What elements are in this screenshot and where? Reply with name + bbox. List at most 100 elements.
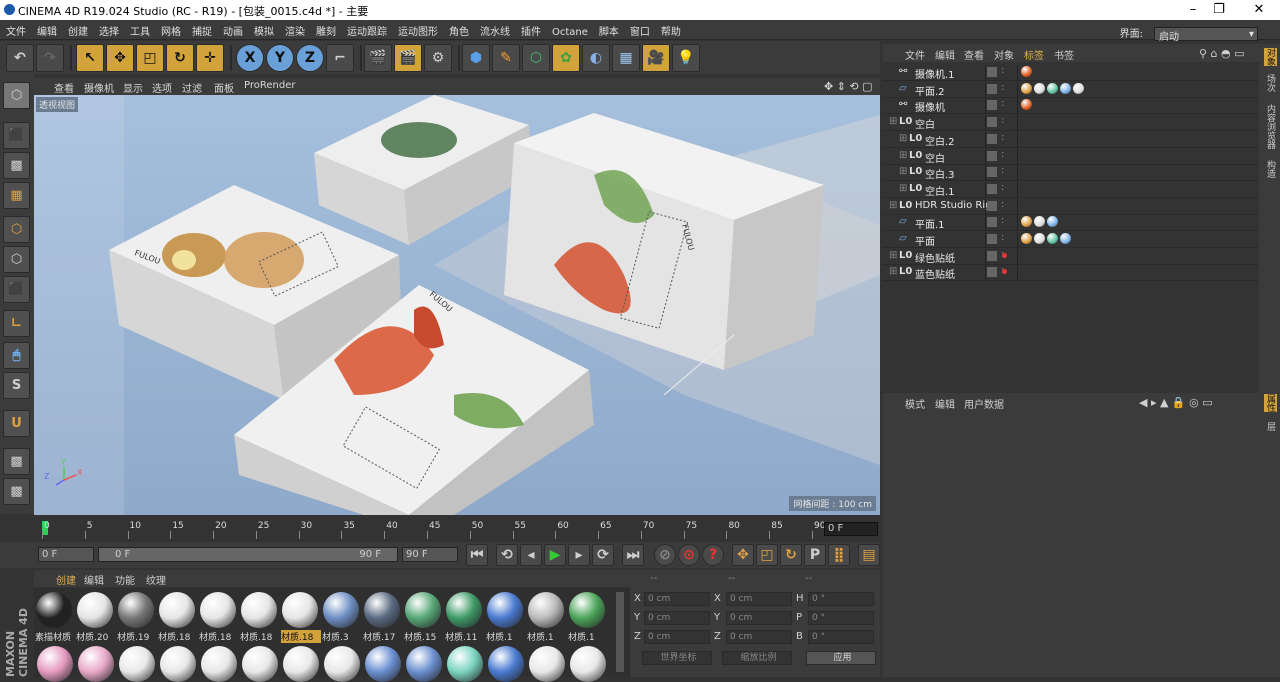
obj-menu-edit[interactable]: 编辑 (935, 47, 955, 62)
menu-help[interactable]: 帮助 (655, 20, 686, 38)
menu-create[interactable]: 创建 (62, 20, 93, 38)
menu-character[interactable]: 角色 (443, 20, 474, 38)
camera-icon[interactable]: 🎥 (642, 44, 670, 72)
vp-menu-filter[interactable]: 过滤 (182, 80, 202, 95)
tree-toggle-icon[interactable]: ⊞ (889, 266, 897, 277)
attr-menu-edit[interactable]: 编辑 (935, 396, 955, 411)
material-swatch[interactable]: 材质.18 (199, 592, 237, 643)
mat-menu-create[interactable]: 创建 (56, 572, 76, 587)
material-tag-icon[interactable] (1021, 66, 1032, 77)
recent-tool-icon[interactable]: ✛ (196, 44, 224, 72)
vp-menu-prorender[interactable]: ProRender (244, 80, 295, 91)
visibility-dots-icon[interactable]: : (1001, 65, 1004, 76)
obj-menu-file[interactable]: 文件 (905, 47, 925, 62)
material-tag-icon[interactable] (1073, 82, 1084, 94)
layer-icon[interactable] (987, 250, 997, 261)
y-axis-lock-icon[interactable]: Y (266, 44, 294, 72)
render-off-icon[interactable] (1002, 269, 1007, 275)
timeline-icon[interactable]: ▤ (858, 544, 880, 566)
material-swatch[interactable]: 材质.19 (117, 592, 155, 643)
visibility-dots-icon[interactable]: : (1001, 232, 1004, 243)
object-name[interactable]: 空白.1 (925, 183, 955, 198)
tree-toggle-icon[interactable]: ⊞ (889, 200, 897, 211)
object-name[interactable]: 空白.2 (925, 133, 955, 148)
visibility-dots-icon[interactable]: : (1001, 215, 1004, 226)
mat-menu-edit[interactable]: 编辑 (84, 572, 104, 587)
perspective-viewport[interactable]: FULOU FULOU FULOU Y X Z 透视视图 网格间距 : 100 … (34, 95, 880, 515)
layer-icon[interactable] (987, 217, 997, 228)
layer-icon[interactable] (987, 117, 997, 128)
menu-snap[interactable]: 捕捉 (186, 20, 217, 38)
visibility-dots-icon[interactable]: : (1001, 182, 1004, 193)
object-row[interactable]: ▱ 平面.2: (883, 81, 1259, 98)
menu-select[interactable]: 选择 (93, 20, 124, 38)
material-swatch[interactable]: 材质.1 (568, 592, 606, 643)
object-row[interactable]: ⊞ L0 空白: (883, 115, 1259, 132)
layer-icon[interactable] (987, 267, 997, 278)
mat-menu-texture[interactable]: 纹理 (146, 572, 166, 587)
visibility-dots-icon[interactable]: : (1001, 149, 1004, 160)
layer-icon[interactable] (987, 234, 997, 244)
menu-script[interactable]: 脚本 (593, 20, 624, 38)
menu-tools[interactable]: 工具 (124, 20, 155, 38)
menu-render[interactable]: 渲染 (279, 20, 310, 38)
object-row[interactable]: ▱ 平面.1: (883, 215, 1259, 232)
previous-frame-icon[interactable]: ◂ (520, 544, 542, 566)
x-axis-lock-icon[interactable]: X (236, 44, 264, 72)
vp-menu-view[interactable]: 查看 (54, 80, 74, 95)
z-axis-lock-icon[interactable]: Z (296, 44, 324, 72)
object-row[interactable]: ⚯ 摄像机: (883, 98, 1259, 115)
object-name[interactable]: 空白 (925, 150, 945, 165)
material-tag-icon[interactable] (1021, 233, 1032, 244)
layer-icon[interactable] (987, 67, 997, 77)
tree-toggle-icon[interactable]: ⊞ (889, 116, 897, 127)
coord-value-field[interactable]: 0 cm (644, 592, 710, 606)
material-swatch[interactable]: 材质.1 (486, 592, 524, 643)
obj-menu-tags[interactable]: 标签 (1024, 47, 1044, 62)
visibility-dots-icon[interactable]: : (1001, 98, 1004, 109)
menu-edit[interactable]: 编辑 (31, 20, 62, 38)
visibility-dots-icon[interactable]: : (1001, 199, 1004, 210)
object-row[interactable]: ⊞ L0 HDR Studio Rig: (883, 198, 1259, 215)
material-swatch[interactable]: 材质.18 (240, 592, 278, 643)
object-row[interactable]: ⊞L0蓝色贴纸: (883, 265, 1259, 282)
coordinate-system-icon[interactable]: ⌐ (326, 44, 354, 72)
material-scrollbar[interactable] (616, 592, 624, 672)
object-row[interactable]: ⊞ L0 空白.1: (883, 181, 1259, 198)
coord-value-field[interactable]: 0 cm (726, 592, 792, 606)
tweak-mode-icon[interactable]: 🖱 (3, 342, 30, 369)
pen-spline-icon[interactable]: ✎ (492, 44, 520, 72)
minimize-button[interactable]: – (1180, 1, 1206, 19)
mat-menu-function[interactable]: 功能 (115, 572, 135, 587)
snap-icon[interactable]: S (3, 372, 30, 399)
object-row[interactable]: ⊞L0绿色贴纸: (883, 248, 1259, 265)
material-tag-icon[interactable] (1034, 233, 1045, 244)
obj-menu-view[interactable]: 查看 (964, 47, 984, 62)
menu-motion-tracking[interactable]: 运动跟踪 (341, 20, 392, 38)
layer-icon[interactable] (987, 200, 997, 211)
play-icon[interactable]: ▶ (544, 544, 566, 566)
undo-icon[interactable]: ↶ (6, 44, 34, 72)
material-swatch[interactable]: 材质.20 (76, 592, 114, 643)
magnet-icon[interactable]: U (3, 410, 30, 437)
obj-menu-bookmarks[interactable]: 书签 (1054, 47, 1074, 62)
viewport-nav-icons[interactable]: ✥ ⇕ ⟲ ▢ (824, 80, 873, 93)
key-point-level-icon[interactable]: ⣿ (828, 544, 850, 566)
menu-animate[interactable]: 动画 (217, 20, 248, 38)
vp-menu-panel[interactable]: 面板 (214, 80, 234, 95)
material-swatch[interactable]: 材质.3 (322, 592, 360, 643)
menu-octane[interactable]: Octane (546, 24, 593, 38)
live-selection-icon[interactable]: ↖ (76, 44, 104, 72)
points-mode-icon[interactable]: ⬡ (3, 216, 30, 243)
material-swatch[interactable]: 材质.18 (158, 592, 196, 643)
attr-nav-icons[interactable]: ◀ ▸ ▲ 🔒 ◎ ▭ (1139, 396, 1213, 409)
coord-value-field[interactable]: 0 ° (808, 592, 874, 606)
key-parameter-icon[interactable]: P (804, 544, 826, 566)
key-rotation-icon[interactable]: ↻ (780, 544, 802, 566)
object-name[interactable]: 绿色贴纸 (915, 250, 955, 265)
object-name[interactable]: 蓝色贴纸 (915, 266, 955, 281)
attr-menu-userdata[interactable]: 用户数据 (964, 396, 1004, 411)
coord-value-field[interactable]: 0 cm (644, 611, 710, 625)
tab-attributes[interactable]: 属性 (1264, 394, 1277, 412)
coord-value-field[interactable]: 0 ° (808, 611, 874, 625)
